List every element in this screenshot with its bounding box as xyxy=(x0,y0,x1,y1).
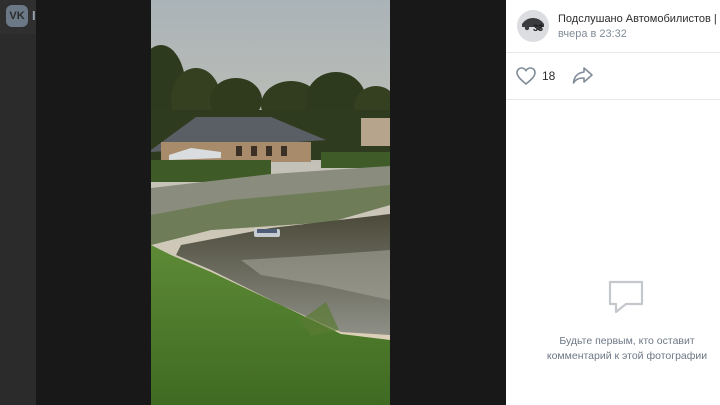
post-author-block: 33 Подслушано Автомобилистов | Вл вчера … xyxy=(506,0,720,53)
author-name[interactable]: Подслушано Автомобилистов | Вл xyxy=(558,13,720,25)
like-count: 18 xyxy=(542,69,556,83)
avatar-number: 33 xyxy=(533,23,544,33)
heart-icon xyxy=(516,67,536,85)
share-button[interactable] xyxy=(572,65,596,87)
empty-comments-line-1: Будьте первым, кто оставит xyxy=(559,335,695,347)
vk-logo-icon[interactable]: VK xyxy=(6,5,28,27)
speech-bubble-icon xyxy=(608,280,644,314)
empty-comments-message: Будьте первым, кто оставит комментарий к… xyxy=(506,334,720,364)
post-actions: 18 xyxy=(506,53,720,100)
share-arrow-icon xyxy=(572,67,593,84)
like-button[interactable]: 18 xyxy=(516,65,555,87)
post-photo[interactable] xyxy=(151,0,390,405)
empty-comments-line-2: комментарий к этой фотографии xyxy=(546,350,708,362)
photo-scene xyxy=(151,0,390,405)
avatar[interactable]: 33 xyxy=(517,10,549,42)
post-timestamp[interactable]: вчера в 23:32 xyxy=(558,28,627,40)
photo-sidebar: 33 Подслушано Автомобилистов | Вл вчера … xyxy=(506,0,720,405)
